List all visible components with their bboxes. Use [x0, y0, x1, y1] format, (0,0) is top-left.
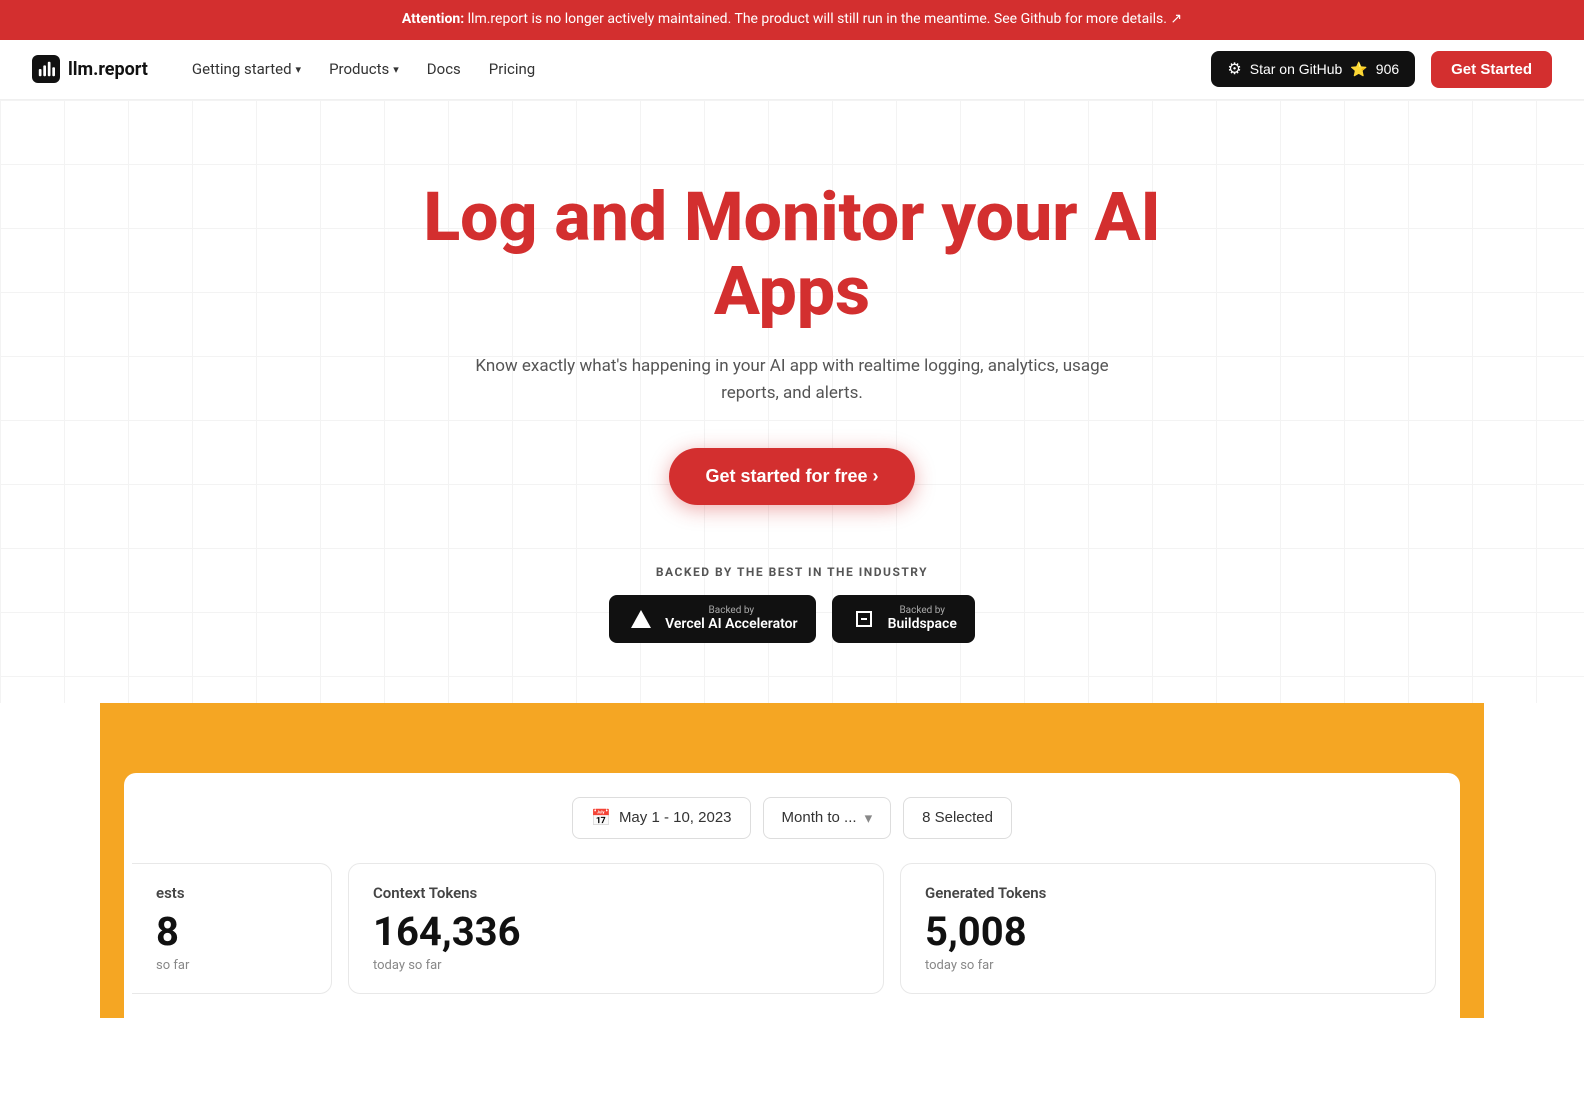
- cta-button[interactable]: Get started for free ›: [669, 448, 914, 505]
- backed-logo-buildspace: Backed by Buildspace: [832, 595, 975, 643]
- buildspace-icon: [850, 605, 878, 633]
- stat-sub-context: today so far: [373, 958, 859, 973]
- date-filter-button[interactable]: 📅 May 1 - 10, 2023: [572, 797, 751, 839]
- dashboard-filters: 📅 May 1 - 10, 2023 Month to ... ▾ 8 Sele…: [148, 797, 1436, 839]
- logo-svg: [37, 60, 55, 78]
- logo[interactable]: llm.report: [32, 55, 148, 83]
- hero-title: Log and Monitor your AI Apps: [342, 180, 1242, 330]
- logo-text: llm.report: [68, 59, 148, 80]
- dashboard-inner: 📅 May 1 - 10, 2023 Month to ... ▾ 8 Sele…: [124, 773, 1460, 1018]
- stat-label-requests: ests: [156, 884, 307, 902]
- chevron-down-icon: ▾: [296, 63, 302, 76]
- date-filter-label: May 1 - 10, 2023: [619, 809, 732, 826]
- vercel-name: Vercel AI Accelerator: [665, 616, 798, 632]
- backed-logo-vercel: Backed by Vercel AI Accelerator: [609, 595, 816, 643]
- github-label: Star on GitHub: [1250, 61, 1343, 77]
- stat-label-context: Context Tokens: [373, 884, 859, 902]
- backed-label: BACKED BY THE BEST IN THE INDUSTRY: [656, 565, 928, 579]
- stat-sub-generated: today so far: [925, 958, 1411, 973]
- attention-message: llm.report is no longer actively maintai…: [468, 11, 1167, 27]
- chevron-down-icon: ▾: [393, 63, 399, 76]
- nav-getting-started[interactable]: Getting started ▾: [180, 52, 313, 86]
- get-started-button[interactable]: Get Started: [1431, 51, 1552, 88]
- selected-filter-button[interactable]: 8 Selected: [903, 797, 1012, 839]
- hero-section: Log and Monitor your AI Apps Know exactl…: [0, 100, 1584, 703]
- stats-row: ests 8 so far Context Tokens 164,336 tod…: [148, 863, 1436, 994]
- nav-pricing[interactable]: Pricing: [477, 52, 547, 86]
- stat-label-generated: Generated Tokens: [925, 884, 1411, 902]
- github-icon: ⚙: [1227, 59, 1241, 79]
- nav-docs[interactable]: Docs: [415, 52, 473, 86]
- backed-section: BACKED BY THE BEST IN THE INDUSTRY Backe…: [20, 565, 1564, 643]
- backed-logos: Backed by Vercel AI Accelerator Backed b…: [609, 595, 975, 643]
- orange-banner: [100, 703, 1484, 773]
- period-filter-button[interactable]: Month to ... ▾: [763, 797, 892, 839]
- chevron-down-icon: ▾: [865, 809, 873, 827]
- stat-card-requests: ests 8 so far: [132, 863, 332, 994]
- stat-card-context: Context Tokens 164,336 today so far: [348, 863, 884, 994]
- calendar-icon: 📅: [591, 808, 611, 828]
- nav-products[interactable]: Products ▾: [317, 52, 411, 86]
- selected-filter-label: 8 Selected: [922, 809, 993, 826]
- vercel-icon: [627, 605, 655, 633]
- attention-text: Attention:: [402, 11, 464, 27]
- nav-links: Getting started ▾ Products ▾ Docs Pricin…: [180, 52, 1211, 86]
- stat-value-context: 164,336: [373, 910, 859, 954]
- hero-subtitle: Know exactly what's happening in your AI…: [452, 353, 1132, 407]
- stat-card-generated: Generated Tokens 5,008 today so far: [900, 863, 1436, 994]
- github-count: 906: [1376, 61, 1399, 77]
- vercel-backed-by: Backed by: [665, 605, 798, 616]
- github-star-icon: ⭐: [1350, 61, 1367, 78]
- period-filter-label: Month to ...: [782, 809, 857, 826]
- dashboard-preview: 📅 May 1 - 10, 2023 Month to ... ▾ 8 Sele…: [100, 773, 1484, 1018]
- attention-link[interactable]: ↗: [1170, 11, 1182, 27]
- stat-value-generated: 5,008: [925, 910, 1411, 954]
- github-button[interactable]: ⚙ Star on GitHub ⭐ 906: [1211, 51, 1415, 87]
- buildspace-name: Buildspace: [888, 616, 957, 632]
- stat-value-requests: 8: [156, 910, 307, 954]
- logo-icon: [32, 55, 60, 83]
- navbar: llm.report Getting started ▾ Products ▾ …: [0, 40, 1584, 100]
- attention-banner: Attention: llm.report is no longer activ…: [0, 0, 1584, 40]
- stat-sub-requests: so far: [156, 958, 307, 973]
- buildspace-backed-by: Backed by: [888, 605, 957, 616]
